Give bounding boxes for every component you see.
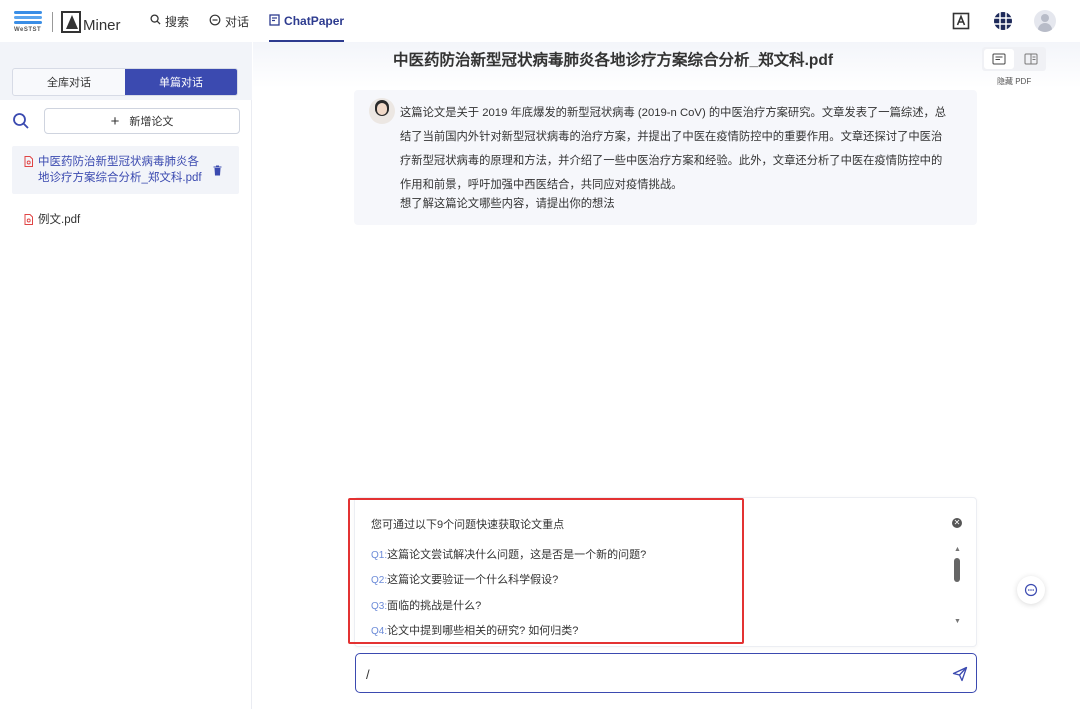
main-panel: 中医药防治新型冠状病毒肺炎各地诊疗方案综合分析_郑文科.pdf 隐藏 PDF 这… [253,42,1080,709]
logo-text: Miner [83,16,121,34]
search-icon[interactable] [12,111,32,131]
pdf-icon [24,156,34,186]
sidebar-search-row: + 新增论文 [12,108,240,134]
nav-chatpaper-label: ChatPaper [284,14,345,28]
send-icon [952,666,968,682]
question-text: 这篇论文尝试解决什么问题，这是否是一个新的问题? [387,549,647,561]
nav-chat[interactable]: 对话 [209,0,249,42]
add-paper-button[interactable]: + 新增论文 [44,108,240,134]
translate-icon[interactable] [950,10,972,32]
question-number: Q2: [371,575,388,586]
tab-single-paper-chat[interactable]: 单篇对话 [125,69,237,95]
questions-scrollbar[interactable]: ▲ ▼ [952,546,962,628]
chat-input-box [355,653,977,693]
title-bar: 中医药防治新型冠状病毒肺炎各地诊疗方案综合分析_郑文科.pdf 隐藏 PDF [253,42,1080,88]
avatar-icon [1034,10,1056,32]
question-item[interactable]: Q2:这篇论文要验证一个什么科学假设? [371,571,558,587]
add-paper-label: 新增论文 [129,116,174,128]
question-item[interactable]: Q3:面临的挑战是什么? [371,597,481,613]
send-button[interactable] [951,665,969,683]
split-view-icon [1024,53,1038,65]
chat-view-icon [992,53,1006,65]
tab-all-library-chat[interactable]: 全库对话 [13,69,125,95]
question-text: 论文中提到哪些相关的研究? 如何归类? [387,625,579,637]
top-right-actions [930,10,1056,32]
nav-search[interactable]: 搜索 [150,0,189,42]
document-icon [269,13,280,29]
nav-search-label: 搜索 [165,14,190,29]
file-name: 中医药防治新型冠状病毒肺炎各地诊疗方案综合分析_郑文科.pdf [38,156,202,184]
scroll-up-icon[interactable]: ▲ [954,546,961,553]
top-bar: WeSTST Miner 搜索 对话 ChatPaper [0,0,1080,42]
chat-view-button[interactable] [984,49,1014,69]
question-text: 这篇论文要验证一个什么科学假设? [387,574,559,586]
suggested-questions-panel: 您可通过以下9个问题快速获取论文重点 ✕ Q1:这篇论文尝试解决什么问题，这是否… [354,497,977,647]
questions-heading: 您可通过以下9个问题快速获取论文重点 [371,519,565,531]
plus-icon: + [110,112,120,130]
view-toggle [982,47,1046,71]
nav-chatpaper[interactable]: ChatPaper [269,0,345,42]
bot-prompt-text: 想了解这篇论文哪些内容，请提出你的想法 [400,198,615,210]
logo[interactable]: WeSTST Miner [12,8,121,36]
file-item-active[interactable]: 中医药防治新型冠状病毒肺炎各地诊疗方案综合分析_郑文科.pdf [12,146,239,194]
question-number: Q3: [371,601,388,612]
trash-icon[interactable] [213,154,227,186]
user-avatar[interactable] [1034,10,1056,32]
file-item[interactable]: 例文.pdf [12,212,239,232]
question-text: 面临的挑战是什么? [387,600,482,612]
sidebar: 全库对话 单篇对话 + 新增论文 中医药防治新型冠状病毒肺炎各地诊疗方案综合分析… [0,42,252,709]
bot-avatar [369,98,395,124]
chat-input[interactable] [366,664,926,684]
pdf-icon [24,214,34,232]
close-icon[interactable]: ✕ [952,518,962,528]
wave-logo-icon: WeSTST [12,9,44,35]
logo-divider [52,12,53,32]
question-number: Q4: [371,626,388,637]
bot-message: 这篇论文是关于 2019 年底爆发的新型冠状病毒 (2019-n CoV) 的中… [354,90,977,225]
apps-grid-icon[interactable] [992,10,1014,32]
search-icon [150,14,161,28]
main-nav: 搜索 对话 ChatPaper [150,0,364,42]
chat-bubble-icon [1024,583,1038,597]
scrollbar-thumb[interactable] [954,558,960,582]
sidebar-header: 全库对话 单篇对话 [0,42,252,100]
question-number: Q1: [371,550,388,561]
chat-icon [209,14,221,29]
scroll-down-icon[interactable]: ▼ [954,618,961,625]
aminer-logo-icon [61,11,81,33]
bot-message-text: 这篇论文是关于 2019 年底爆发的新型冠状病毒 (2019-n CoV) 的中… [400,107,947,191]
nav-chat-label: 对话 [225,14,250,29]
logo-sub-text: WeSTST [14,27,42,33]
hide-pdf-label[interactable]: 隐藏 PDF [997,76,1031,87]
page-title: 中医药防治新型冠状病毒肺炎各地诊疗方案综合分析_郑文科.pdf [392,52,834,69]
question-item[interactable]: Q4:论文中提到哪些相关的研究? 如何归类? [371,622,578,638]
file-name: 例文.pdf [38,214,81,226]
chat-mode-tabs: 全库对话 单篇对话 [12,68,238,96]
split-view-button[interactable] [1016,47,1046,71]
question-item[interactable]: Q1:这篇论文尝试解决什么问题，这是否是一个新的问题? [371,546,646,562]
chat-bubble-button[interactable] [1017,576,1045,604]
